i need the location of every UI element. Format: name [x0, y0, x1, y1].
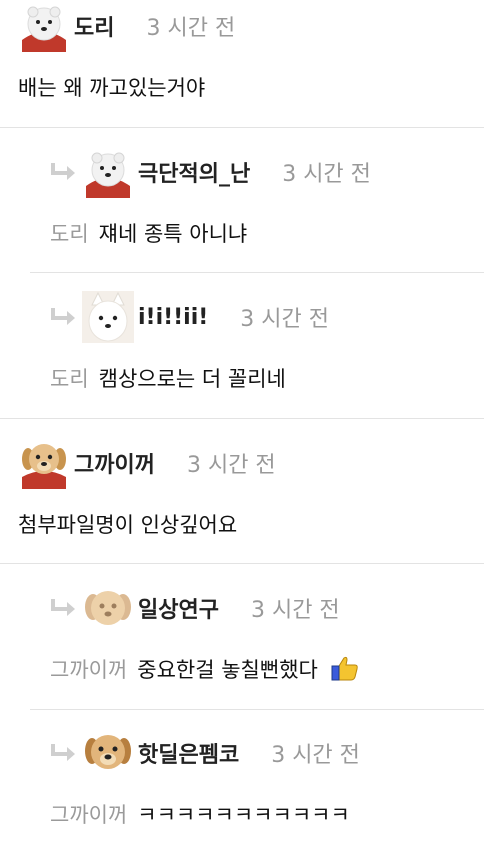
comment-time: 3 시간 전: [271, 743, 360, 768]
mention-link[interactable]: 도리: [50, 367, 89, 391]
comment-body: 쟤네 종특 아니냐: [98, 222, 248, 246]
reply-arrow-icon: [50, 161, 78, 183]
reply-arrow-icon: [50, 597, 78, 619]
divider: [0, 563, 484, 564]
comment-body: 첨부파일명이 인상깊어요: [18, 513, 238, 537]
comment-time: 3 시간 전: [250, 598, 340, 623]
comment-item: 그까이꺼 3 시간 전 첨부파일명이 인상깊어요: [0, 437, 484, 563]
comment-body: 캠상으로는 더 꼴리네: [98, 367, 286, 391]
mention-link[interactable]: 그까이꺼: [50, 658, 127, 682]
puppy-face-avatar[interactable]: [82, 727, 134, 779]
comment-text: 배는 왜 까고있는거야: [18, 72, 205, 102]
comment-body: 중요한걸 놓칠뻔했다: [137, 658, 318, 682]
reply-item: 일상연구 3 시간 전 그까이꺼 중요한걸 놓칠뻔했다: [0, 582, 484, 708]
comment-text: 도리 캠상으로는 더 꼴리네: [50, 363, 286, 393]
comment-author[interactable]: 극단적의_난: [138, 156, 250, 188]
thumbs-up-icon: [331, 655, 359, 686]
comment-item: 도리 3 시간 전 배는 왜 까고있는거야: [0, 0, 484, 128]
comment-time: 3 시간 전: [282, 162, 371, 187]
reply-item: 핫딜은펨코 3 시간 전 그까이꺼 ㅋㅋㅋㅋㅋㅋㅋㅋㅋㅋㅋ: [0, 727, 484, 853]
white-dog-avatar[interactable]: [82, 291, 134, 343]
mention-link[interactable]: 그까이꺼: [50, 803, 127, 827]
comment-time: 3 시간 전: [146, 16, 236, 41]
puppy-avatar[interactable]: [18, 437, 70, 489]
comment-time: 3 시간 전: [186, 453, 276, 478]
reply-item: 극단적의_난 3 시간 전 도리 쟤네 종특 아니냐: [0, 146, 484, 272]
comment-text: 첨부파일명이 인상깊어요: [18, 509, 237, 539]
comment-author[interactable]: i!i!!ii!: [138, 305, 208, 330]
divider: [0, 127, 484, 128]
divider: [30, 272, 484, 273]
reply-arrow-icon: [50, 306, 78, 328]
polar-bear-avatar[interactable]: [18, 0, 70, 52]
comment-text: 도리 쟤네 종특 아니냐: [50, 218, 247, 248]
comment-author[interactable]: 핫딜은펨코: [138, 737, 239, 769]
comment-text: 그까이꺼 ㅋㅋㅋㅋㅋㅋㅋㅋㅋㅋㅋ: [50, 799, 350, 829]
divider: [0, 418, 484, 419]
comment-author[interactable]: 그까이꺼: [74, 447, 155, 479]
mention-link[interactable]: 도리: [50, 222, 89, 246]
polar-bear-avatar[interactable]: [82, 146, 134, 198]
comment-body: ㅋㅋㅋㅋㅋㅋㅋㅋㅋㅋㅋ: [137, 803, 350, 827]
blurred-puppy-avatar[interactable]: [82, 582, 134, 634]
reply-item: i!i!!ii! 3 시간 전 도리 캠상으로는 더 꼴리네: [0, 291, 484, 417]
comment-author[interactable]: 도리: [74, 10, 114, 42]
reply-arrow-icon: [50, 742, 78, 764]
comment-text: 그까이꺼 중요한걸 놓칠뻔했다: [50, 654, 359, 686]
comment-time: 3 시간 전: [240, 307, 330, 332]
comment-author[interactable]: 일상연구: [138, 592, 219, 624]
comment-body: 배는 왜 까고있는거야: [18, 76, 206, 100]
divider: [30, 709, 484, 710]
